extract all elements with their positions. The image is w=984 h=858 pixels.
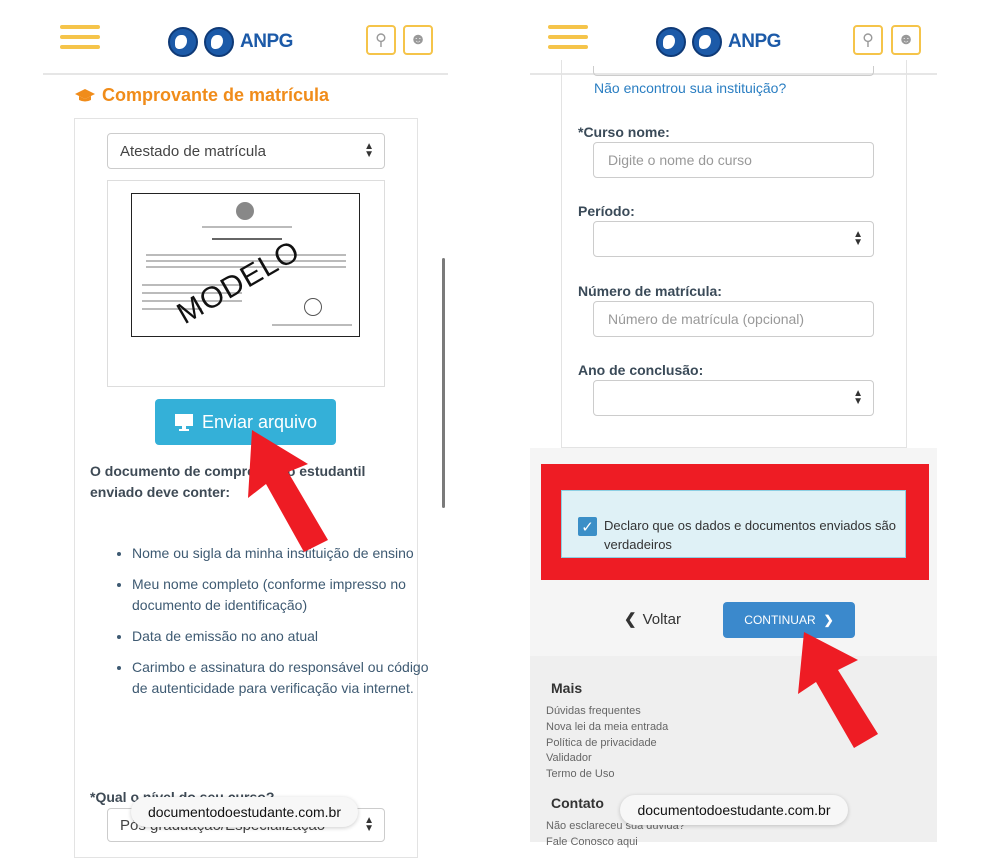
header-logos: UBES ANPG (168, 25, 293, 59)
declaration-text: Declaro que os dados e documentos enviad… (604, 518, 896, 552)
enrollment-number-label: Número de matrícula: (578, 283, 722, 299)
search-icon[interactable]: ⚲ (853, 25, 883, 55)
conclusion-year-label: Ano de conclusão: (578, 362, 704, 378)
list-item: Carimbo e assinatura do responsável ou c… (132, 657, 432, 699)
institution-not-found-link[interactable]: Não encontrou sua instituição? (594, 80, 786, 96)
red-arrow-annotation (798, 632, 878, 748)
period-select[interactable]: ▲ ▼ (593, 221, 874, 257)
footer-link-privacy[interactable]: Política de privacidade (546, 737, 657, 749)
url-bar[interactable]: documentodoestudante.com.br (131, 797, 358, 827)
scrollbar[interactable] (442, 258, 445, 508)
menu-icon[interactable] (60, 25, 100, 55)
course-name-placeholder: Digite o nome do curso (608, 152, 752, 168)
document-type-value: Atestado de matrícula (120, 142, 266, 160)
une-logo (656, 27, 686, 57)
back-button-label: Voltar (642, 611, 681, 628)
conclusion-year-select[interactable]: ▲ ▼ (593, 380, 874, 416)
back-button[interactable]: ❮ Voltar (624, 610, 681, 628)
ubes-logo: UBES (692, 27, 722, 57)
institution-input[interactable] (593, 66, 874, 76)
search-icon[interactable]: ⚲ (366, 25, 396, 55)
list-item: Data de emissão no ano atual (132, 626, 432, 647)
enrollment-number-placeholder: Número de matrícula (opcional) (608, 311, 805, 327)
course-name-label: *Curso nome: (578, 124, 670, 140)
select-arrows-icon: ▲ ▼ (364, 815, 374, 834)
chevron-right-icon: ❯ (823, 613, 834, 627)
red-arrow-annotation (248, 430, 328, 552)
graduation-cap-icon (75, 89, 95, 102)
une-logo (168, 27, 198, 57)
menu-icon[interactable] (548, 25, 588, 55)
section-title: Comprovante de matrícula (102, 85, 330, 105)
anpg-logo: ANPG (728, 31, 781, 52)
footer-link-contact[interactable]: Fale Conosco aqui (546, 836, 638, 848)
document-type-select[interactable]: Atestado de matrícula ▲ ▼ (107, 133, 385, 169)
footer-link-terms[interactable]: Termo de Uso (546, 768, 614, 780)
footer-more-heading: Mais (551, 680, 583, 696)
header-logos: UBES ANPG (656, 25, 781, 59)
course-name-input[interactable]: Digite o nome do curso (593, 142, 874, 178)
select-arrows-icon: ▲ ▼ (853, 388, 863, 407)
header-divider (43, 73, 448, 75)
declaration-checkbox[interactable]: ✓ (578, 517, 597, 536)
footer-contact-heading: Contato (551, 795, 604, 811)
user-icon[interactable]: ☻ (891, 25, 921, 55)
footer-link-faq[interactable]: Dúvidas frequentes (546, 705, 641, 717)
user-icon[interactable]: ☻ (403, 25, 433, 55)
footer-link-law[interactable]: Nova lei da meia entrada (546, 721, 668, 733)
select-arrows-icon: ▲ ▼ (364, 141, 374, 160)
enrollment-number-input[interactable]: Número de matrícula (opcional) (593, 301, 874, 337)
continue-button-label: CONTINUAR (744, 613, 816, 627)
anpg-logo: ANPG (240, 31, 293, 52)
list-item: Meu nome completo (conforme impresso no … (132, 574, 432, 616)
ubes-logo: UBES (204, 27, 234, 57)
select-arrows-icon: ▲ ▼ (853, 229, 863, 248)
requirements-list: Nome ou sigla da minha instituição de en… (110, 543, 432, 709)
url-bar[interactable]: documentodoestudante.com.br (620, 795, 848, 825)
chevron-left-icon: ❮ (624, 611, 637, 628)
monitor-icon (174, 414, 193, 431)
period-label: Período: (578, 203, 635, 219)
footer-link-validator[interactable]: Validador (546, 752, 592, 764)
